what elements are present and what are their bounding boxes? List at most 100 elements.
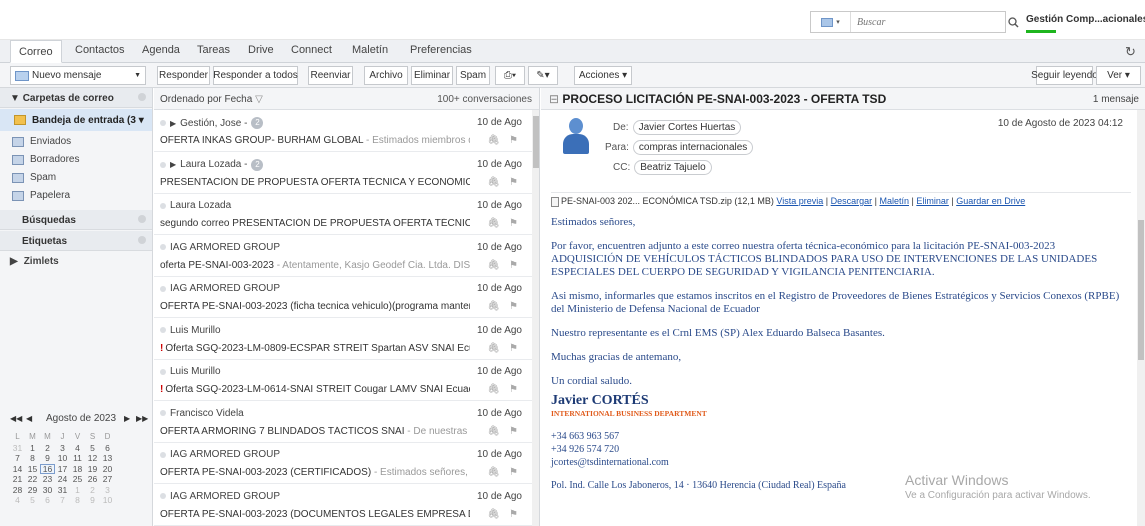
calendar-day[interactable]: 20 <box>100 464 115 475</box>
unread-dot-icon[interactable] <box>160 451 166 458</box>
calendar-day[interactable]: 4 <box>10 495 25 506</box>
calendar-day[interactable]: 14 <box>10 464 25 475</box>
calendar-day[interactable]: 27 <box>100 474 115 485</box>
tag-button[interactable]: ✎▾ <box>528 66 558 85</box>
sidebar-item-papelera[interactable]: Papelera <box>12 190 70 201</box>
new-message-button[interactable]: Nuevo mensaje ▼ <box>10 66 146 85</box>
signature-email[interactable]: jcortes@tsdinternational.com <box>551 456 1121 469</box>
calendar-day[interactable]: 25 <box>70 474 85 485</box>
tab-tareas[interactable]: Tareas <box>197 44 230 56</box>
to-pill[interactable]: compras internacionales <box>632 140 754 155</box>
calendar-day[interactable]: 6 <box>100 443 115 454</box>
calendar-day[interactable]: 8 <box>25 453 40 464</box>
chevron-down-icon[interactable]: ▼ <box>134 72 141 79</box>
message-row[interactable]: IAG ARMORED GROUP 10 de Ago oferta PE-SNAI… <box>154 236 532 277</box>
calendar-day[interactable]: 17 <box>55 464 70 475</box>
unread-dot-icon[interactable] <box>160 285 166 292</box>
message-row[interactable]: Francisco Videla 10 de Ago OFERTA ARMORING… <box>154 402 532 443</box>
calendar-day[interactable]: 6 <box>40 495 55 506</box>
sidebar-item-enviados[interactable]: Enviados <box>12 136 71 147</box>
tab-agenda[interactable]: Agenda <box>142 44 180 56</box>
unread-dot-icon[interactable] <box>160 244 166 250</box>
delete-button[interactable]: Eliminar <box>411 66 453 85</box>
message-row[interactable]: IAG ARMORED GROUP 10 de Ago OFERTA PE-SNAI… <box>154 485 532 526</box>
flag-icon[interactable]: ⚑ <box>509 301 518 312</box>
tab-correo[interactable]: Correo <box>10 40 62 63</box>
user-menu[interactable]: Gestión Comp...acionales ▾ <box>1026 14 1145 25</box>
calendar-day[interactable]: 16 <box>40 463 55 474</box>
search-type-selector[interactable]: ▾ <box>811 12 851 32</box>
sort-label[interactable]: Ordenado por Fecha <box>160 94 252 105</box>
message-row[interactable]: Luis Murillo 10 de Ago! Oferta SGQ-2023-LM… <box>154 360 532 401</box>
flag-icon[interactable]: ⚑ <box>509 135 518 146</box>
flag-icon[interactable]: ⚑ <box>509 509 518 520</box>
reply-button[interactable]: Responder <box>157 66 210 85</box>
sidebar-item-borradores[interactable]: Borradores <box>12 154 79 165</box>
gear-icon[interactable] <box>138 236 146 244</box>
calendar-day[interactable]: 21 <box>10 474 25 485</box>
sidebar-item-spam[interactable]: Spam <box>12 172 56 183</box>
attachment-name[interactable]: PE-SNAI-003 202... ECONÓMICA TSD.zip (12… <box>561 196 774 206</box>
tab-drive[interactable]: Drive <box>248 44 274 56</box>
preview-link[interactable]: Vista previa <box>776 196 823 206</box>
forward-button[interactable]: Reenviar <box>308 66 353 85</box>
calendar-day[interactable]: 4 <box>70 443 85 454</box>
folders-header[interactable]: ▼ Carpetas de correo <box>0 88 152 108</box>
keep-reading-button[interactable]: Seguir leyendo <box>1031 66 1098 85</box>
calendar-day[interactable]: 1 <box>25 443 40 454</box>
message-row[interactable]: Luis Murillo 10 de Ago! Oferta SGQ-2023-LM… <box>154 319 532 360</box>
calendar-day[interactable]: 2 <box>40 443 55 454</box>
sort-icon[interactable]: ▽ <box>255 94 263 105</box>
calendar-day[interactable]: 13 <box>100 453 115 464</box>
searches-header[interactable]: Búsquedas <box>0 210 152 230</box>
print-button[interactable]: ⎙▾ <box>495 66 525 85</box>
calendar-day[interactable]: 31 <box>10 443 25 454</box>
view-button[interactable]: Ver ▾ <box>1096 66 1141 85</box>
refresh-icon[interactable]: ↻ <box>1125 44 1136 60</box>
tab-contactos[interactable]: Contactos <box>75 44 125 56</box>
reader-scrollbar[interactable] <box>1137 110 1145 526</box>
calendar-day[interactable]: 2 <box>85 485 100 496</box>
expand-icon[interactable]: ▶ <box>170 119 176 128</box>
message-row[interactable]: IAG ARMORED GROUP 10 de Ago OFERTA PE-SNAI… <box>154 277 532 318</box>
search-input[interactable] <box>851 16 991 28</box>
unread-dot-icon[interactable] <box>160 368 166 375</box>
next-year-icon[interactable]: ▶▶ <box>136 414 148 423</box>
search-icon[interactable] <box>1006 11 1020 33</box>
spam-button[interactable]: Spam <box>456 66 490 85</box>
flag-icon[interactable]: ⚑ <box>509 260 518 271</box>
from-pill[interactable]: Javier Cortes Huertas <box>632 120 742 135</box>
calendar-day[interactable]: 28 <box>10 485 25 496</box>
calendar-day[interactable]: 31 <box>55 485 70 496</box>
search-box[interactable]: ▾ <box>810 11 1006 33</box>
gear-icon[interactable] <box>138 215 146 223</box>
calendar-day[interactable]: 22 <box>25 474 40 485</box>
calendar-day[interactable]: 5 <box>25 495 40 506</box>
calendar-day[interactable]: 29 <box>25 485 40 496</box>
tab-connect[interactable]: Connect <box>291 44 332 56</box>
flag-icon[interactable]: ⚑ <box>509 177 518 188</box>
calendar-day[interactable]: 12 <box>85 453 100 464</box>
message-row[interactable]: ▶ Laura Lozada -2 10 de Ago PRESENTACIÓN DE… <box>154 153 532 194</box>
save-to-drive-link[interactable]: Guardar en Drive <box>956 196 1025 206</box>
calendar-day[interactable]: 9 <box>40 453 55 464</box>
unread-dot-icon[interactable] <box>160 410 166 416</box>
unread-dot-icon[interactable] <box>160 161 166 168</box>
unread-dot-icon[interactable] <box>160 493 166 499</box>
gear-icon[interactable] <box>138 93 146 101</box>
calendar-day[interactable]: 19 <box>85 464 100 475</box>
reply-all-button[interactable]: Responder a todos <box>213 66 298 85</box>
calendar-day[interactable]: 26 <box>85 474 100 485</box>
flag-icon[interactable]: ⚑ <box>509 343 518 354</box>
scrollbar-thumb[interactable] <box>1138 220 1144 360</box>
delete-attachment-link[interactable]: Eliminar <box>916 196 949 206</box>
calendar-day[interactable]: 7 <box>10 453 25 464</box>
flag-icon[interactable]: ⚑ <box>509 218 518 229</box>
calendar-day[interactable]: 18 <box>70 464 85 475</box>
unread-dot-icon[interactable] <box>160 120 166 126</box>
calendar-day[interactable]: 10 <box>55 453 70 464</box>
message-row[interactable]: Laura Lozada 10 de Ago segundo correo PRES… <box>154 194 532 235</box>
calendar-day[interactable]: 1 <box>70 485 85 496</box>
unread-dot-icon[interactable] <box>160 327 166 333</box>
calendar-day[interactable]: 9 <box>85 495 100 506</box>
